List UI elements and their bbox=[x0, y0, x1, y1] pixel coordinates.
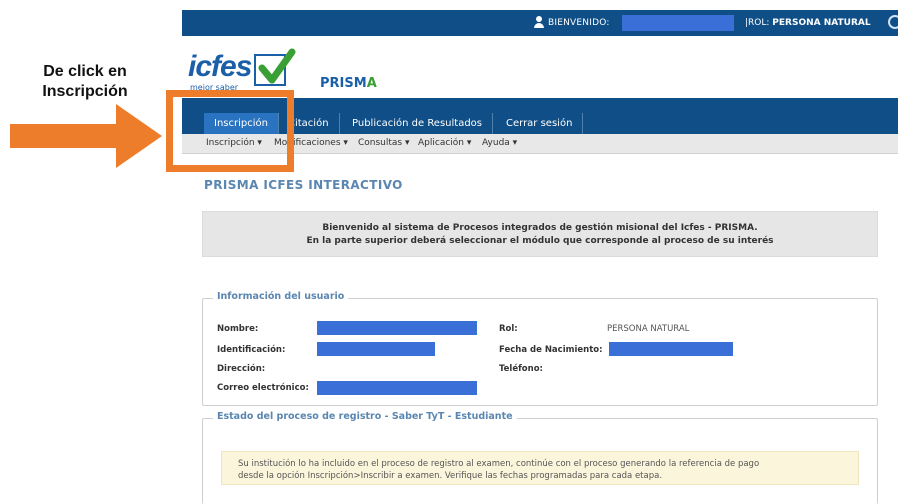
arrow-right-icon bbox=[116, 104, 162, 168]
main-nav: Inscripción Citación Publicación de Resu… bbox=[182, 98, 898, 134]
notice-line-1: Su institución lo ha incluido en el proc… bbox=[238, 459, 760, 469]
submenu-aplicacion[interactable]: Aplicación ▾ bbox=[418, 138, 471, 148]
icfes-logo: icfes bbox=[188, 50, 252, 83]
page-title: PRISMA ICFES INTERACTIVO bbox=[204, 178, 403, 192]
submenu-modificaciones[interactable]: Modificaciones ▾ bbox=[274, 138, 348, 148]
redacted-identificacion bbox=[317, 342, 435, 356]
welcome-line-1: Bienvenido al sistema de Procesos integr… bbox=[322, 223, 758, 233]
user-icon bbox=[534, 16, 544, 28]
checkmark-icon bbox=[258, 48, 296, 84]
top-bar: BIENVENIDO: |ROL: PERSONA NATURAL bbox=[182, 10, 898, 36]
prisma-app: BIENVENIDO: |ROL: PERSONA NATURAL icfes … bbox=[182, 0, 898, 504]
direccion-label: Dirección: bbox=[217, 364, 266, 374]
user-info-legend: Información del usuario bbox=[213, 291, 349, 302]
tab-publicacion-resultados[interactable]: Publicación de Resultados bbox=[342, 113, 494, 134]
instruction-callout: De click en Inscripción bbox=[0, 0, 182, 504]
submenu-inscripcion[interactable]: Inscripción ▾ bbox=[206, 138, 262, 148]
role-label: |ROL: bbox=[745, 18, 770, 28]
nombre-label: Nombre: bbox=[217, 324, 259, 334]
user-info-section: Información del usuario Nombre: Identifi… bbox=[202, 291, 878, 406]
role-value: PERSONA NATURAL bbox=[772, 18, 871, 28]
tab-citacion[interactable]: Citación bbox=[278, 113, 340, 134]
callout-line-2: Inscripción bbox=[42, 83, 128, 100]
redacted-nombre bbox=[317, 321, 477, 335]
redacted-correo bbox=[317, 381, 477, 395]
prisma-logo: PRISMA bbox=[320, 76, 377, 91]
redacted-username bbox=[622, 15, 734, 31]
registration-status-section: Estado del proceso de registro - Saber T… bbox=[202, 411, 878, 504]
welcome-message: Bienvenido al sistema de Procesos integr… bbox=[202, 211, 878, 257]
notice-line-2: desde la opción Inscripción>Inscribir a … bbox=[238, 471, 663, 481]
icfes-tagline: mejor saber bbox=[190, 83, 239, 92]
rol-label: Rol: bbox=[499, 324, 518, 334]
callout-line-1: De click en bbox=[43, 63, 127, 80]
redacted-fecha-nacimiento bbox=[609, 342, 733, 356]
sub-menu: Inscripción ▾ Modificaciones ▾ Consultas… bbox=[182, 134, 898, 154]
arrow-shaft bbox=[10, 124, 120, 148]
tab-cerrar-sesion[interactable]: Cerrar sesión bbox=[496, 113, 584, 134]
registration-notice: Su institución lo ha incluido en el proc… bbox=[221, 451, 859, 485]
prisma-logo-text: PRISM bbox=[320, 76, 367, 91]
callout-text: De click en Inscripción bbox=[20, 62, 150, 102]
telefono-label: Teléfono: bbox=[499, 364, 543, 374]
prisma-logo-accent: A bbox=[366, 76, 377, 91]
power-icon[interactable] bbox=[888, 15, 898, 29]
role-indicator: |ROL: PERSONA NATURAL bbox=[745, 18, 871, 28]
rol-value: PERSONA NATURAL bbox=[607, 324, 690, 334]
registration-status-legend: Estado del proceso de registro - Saber T… bbox=[213, 411, 517, 422]
submenu-ayuda[interactable]: Ayuda ▾ bbox=[482, 138, 517, 148]
header-logos: icfes mejor saber PRISMA bbox=[182, 36, 898, 98]
welcome-label: BIENVENIDO: bbox=[548, 18, 610, 28]
welcome-line-2: En la parte superior deberá seleccionar … bbox=[306, 236, 774, 246]
correo-label: Correo electrónico: bbox=[217, 383, 309, 393]
submenu-consultas[interactable]: Consultas ▾ bbox=[358, 138, 410, 148]
tab-inscripcion[interactable]: Inscripción bbox=[204, 113, 279, 134]
identificacion-label: Identificación: bbox=[217, 345, 286, 355]
fecha-nacimiento-label: Fecha de Nacimiento: bbox=[499, 345, 603, 355]
